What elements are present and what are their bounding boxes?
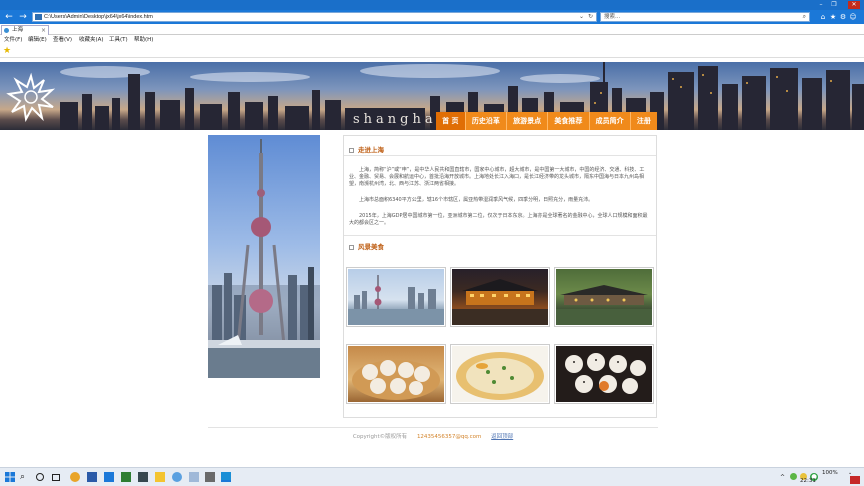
app-icon-4[interactable]	[138, 472, 148, 482]
address-toolbar: ← → C:\Users\Admin\Desktop\jx64\jx64\ind…	[0, 10, 864, 24]
chrome-app-icon[interactable]	[70, 472, 80, 482]
tab-row: 上海 ×	[0, 24, 864, 35]
search-box[interactable]: 搜索... ⌕	[600, 12, 810, 22]
site-logo	[6, 72, 56, 122]
app-icon-3[interactable]	[121, 472, 131, 482]
app-icon-1[interactable]	[87, 472, 97, 482]
collapse-icon	[349, 244, 354, 250]
toolbar-icons: ⌂ ★ ⚙ ☺	[818, 12, 858, 22]
collapse-icon	[349, 147, 354, 153]
close-icon[interactable]: ✕	[848, 1, 860, 9]
forward-icon[interactable]: →	[18, 12, 28, 22]
header-banner: shanghai 首 页 历史沿革 旅游景点 美食推荐 成员简介 注册	[0, 62, 864, 130]
nav-food[interactable]: 美食推荐	[547, 112, 588, 130]
favorites-icon[interactable]: ★	[828, 12, 838, 22]
menu-bar: 文件(F) 编辑(E) 查看(V) 收藏夹(A) 工具(T) 帮助(H)	[0, 35, 864, 45]
page-icon	[35, 14, 42, 20]
menu-tools[interactable]: 工具(T)	[109, 35, 128, 45]
address-text[interactable]: C:\Users\Admin\Desktop\jx64\jx64\index.h…	[44, 13, 153, 21]
main-nav: 首 页 历史沿革 旅游景点 美食推荐 成员简介 注册	[436, 112, 657, 130]
copyright-text: Copyright©版权所有	[352, 434, 408, 440]
window-title-bar: – ❐ ✕	[0, 0, 864, 10]
food-photo-dumplings[interactable]	[346, 344, 446, 404]
menu-file[interactable]: 文件(F)	[4, 35, 22, 45]
contact-email-link[interactable]: 12435456357@qq.com	[417, 434, 481, 440]
banner-wordmark: shanghai	[353, 112, 445, 127]
menu-edit[interactable]: 编辑(E)	[28, 35, 47, 45]
tab-label: 上海	[12, 27, 24, 33]
folder-app-icon[interactable]	[155, 472, 165, 482]
zoom-level[interactable]: 100%	[822, 470, 838, 476]
back-icon[interactable]: ←	[4, 12, 14, 22]
food-photo-buns[interactable]	[554, 344, 654, 404]
nav-history[interactable]: 历史沿革	[464, 112, 506, 130]
intro-paragraph-3: 2015年，上海GDP居中国城市第一位，亚洲城市第二位，仅次于日本东京。上海亦是…	[349, 213, 648, 227]
address-bar[interactable]: C:\Users\Admin\Desktop\jx64\jx64\index.h…	[32, 12, 597, 22]
windows-start-icon[interactable]	[5, 472, 15, 482]
search-icon[interactable]: ⌕	[803, 13, 806, 21]
back-to-top-link[interactable]: 返回顶部	[491, 434, 513, 440]
pearl-tower-photo	[208, 135, 320, 378]
menu-favorites[interactable]: 收藏夹(A)	[79, 35, 104, 45]
minimize-icon[interactable]: –	[815, 1, 827, 9]
menu-view[interactable]: 查看(V)	[53, 35, 72, 45]
notification-icon[interactable]	[850, 476, 860, 484]
maximize-icon[interactable]: ❐	[828, 1, 840, 9]
tab-close-icon[interactable]: ×	[41, 26, 46, 35]
app-icon-5[interactable]	[172, 472, 182, 482]
taskbar: ⌕ ^ ⬤ 100% ⌄ 22:31	[0, 467, 864, 486]
tray-app-icon[interactable]	[790, 473, 797, 480]
section-title-scenery: 风景美食	[349, 241, 384, 251]
home-icon[interactable]: ⌂	[818, 12, 828, 22]
search-icon[interactable]: ⌕	[20, 472, 30, 482]
clock-time[interactable]: 22:31	[800, 478, 816, 484]
nav-register[interactable]: 注册	[629, 112, 657, 130]
gear-icon[interactable]: ⚙	[838, 12, 848, 22]
task-view-icon[interactable]	[52, 474, 60, 481]
tray-chevron-icon[interactable]: ^	[780, 474, 785, 481]
nav-attractions[interactable]: 旅游景点	[505, 112, 547, 130]
intro-paragraph-1: 上海，简称“沪”或“申”，是中华人民共和国直辖市，国家中心城市，超大城市，是中国…	[349, 167, 645, 188]
ie-icon	[4, 28, 9, 33]
search-dropdown-icon[interactable]: ⌄	[579, 13, 584, 21]
cortana-icon[interactable]	[36, 473, 44, 481]
nav-home[interactable]: 首 页	[436, 112, 465, 130]
nav-members[interactable]: 成员简介	[588, 112, 630, 130]
app-icon-7[interactable]	[205, 472, 215, 482]
ie-app-icon[interactable]	[221, 472, 231, 482]
food-photo-noodles[interactable]	[450, 344, 550, 404]
web-page: shanghai 首 页 历史沿革 旅游景点 美食推荐 成员简介 注册 走进上海…	[0, 58, 864, 467]
intro-paragraph-2: 上海市总面积6340平方公里，辖16个市辖区，属亚热带湿润季风气候，四季分明，日…	[359, 197, 594, 203]
tab-shanghai[interactable]: 上海 ×	[1, 25, 49, 35]
app-icon-6[interactable]	[189, 472, 199, 482]
scenery-photo-yuyuan[interactable]	[450, 267, 550, 327]
search-input[interactable]: 搜索...	[604, 13, 620, 21]
app-icon-2[interactable]	[104, 472, 114, 482]
refresh-icon[interactable]: ↻	[588, 13, 593, 21]
scenery-photo-skyline[interactable]	[346, 267, 446, 327]
scenery-photo-garden[interactable]	[554, 267, 654, 327]
content-panel: 走进上海 上海，简称“沪”或“申”，是中华人民共和国直辖市，国家中心城市，超大城…	[343, 135, 657, 418]
favorites-bar: ★	[0, 45, 864, 58]
section-title-intro: 走进上海	[349, 144, 384, 154]
menu-help[interactable]: 帮助(H)	[134, 35, 153, 45]
add-favorite-icon[interactable]: ★	[3, 46, 11, 57]
page-footer: Copyright©版权所有 12435456357@qq.com 返回顶部	[208, 432, 658, 440]
system-tray: ^ ⬤ 100% ⌄ 22:31	[780, 468, 864, 486]
smiley-icon[interactable]: ☺	[848, 12, 858, 22]
